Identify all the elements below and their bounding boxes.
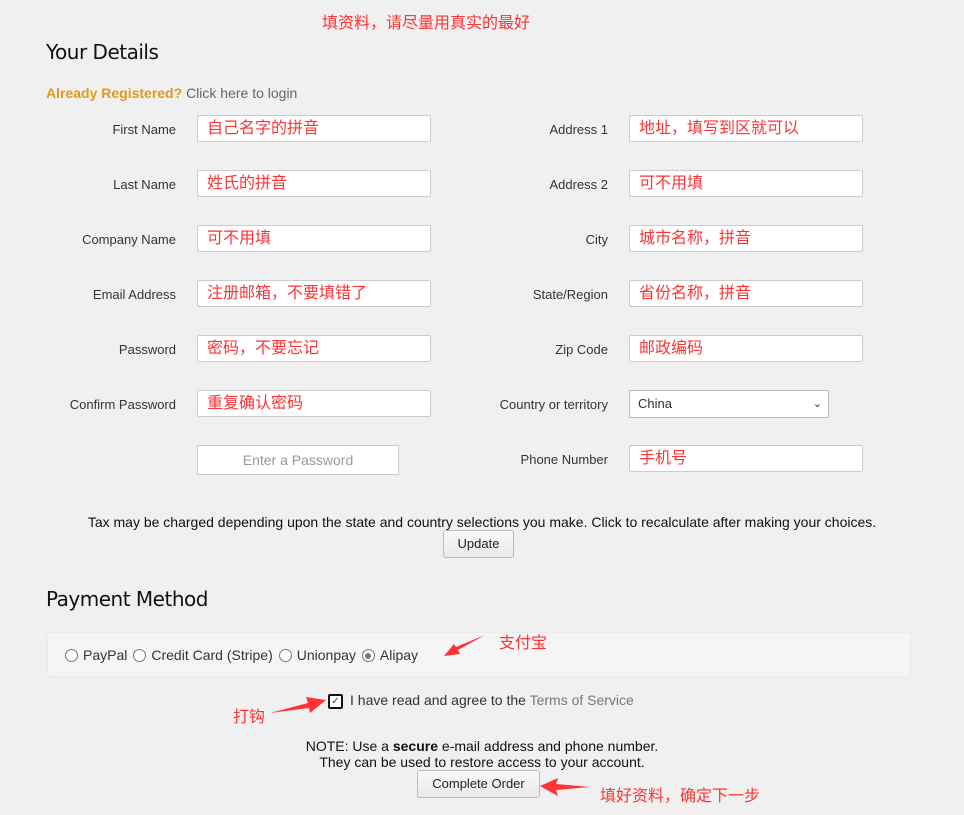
annotation-top: 填资料，请尽量用真实的最好: [322, 15, 531, 32]
tos-link[interactable]: Terms of Service: [530, 692, 634, 708]
login-link[interactable]: Click here to login: [186, 85, 297, 101]
arrow-icon: [540, 778, 590, 796]
arrow-icon: [270, 697, 326, 713]
payment-option[interactable]: Unionpay: [278, 647, 362, 664]
payment-option[interactable]: Credit Card (Stripe): [133, 647, 278, 664]
field-label: Zip Code: [555, 342, 608, 357]
field-input[interactable]: 省份名称，拼音: [629, 280, 863, 307]
radio-icon[interactable]: [361, 649, 375, 662]
tax-note: Tax may be charged depending upon the st…: [87, 514, 877, 530]
already-registered: Already Registered?: [46, 85, 183, 101]
annotation-checkbox: 打钩: [233, 709, 266, 726]
chevron-down-icon: ⌄: [812, 398, 822, 410]
radio-icon[interactable]: [133, 649, 147, 662]
agree-text: I have read and agree to the: [350, 692, 526, 708]
payment-option[interactable]: Alipay: [361, 647, 424, 664]
field-input[interactable]: 可不用填: [629, 170, 863, 197]
country-label: Country or territory: [499, 397, 608, 412]
country-select[interactable]: China ⌄: [629, 390, 829, 418]
agree-checkbox[interactable]: ✓: [328, 694, 343, 709]
field-label: State/Region: [532, 287, 608, 302]
field-label: Address 2: [549, 177, 608, 192]
field-label: Address 1: [549, 122, 608, 137]
payment-option[interactable]: PayPal: [65, 647, 133, 664]
payment-method-title: Payment Method: [46, 587, 208, 611]
field-input[interactable]: 地址，填写到区就可以: [629, 115, 863, 142]
annotation-alipay: 支付宝: [499, 635, 548, 652]
field-input[interactable]: 邮政编码: [629, 335, 863, 362]
country-value: China: [638, 396, 672, 411]
phone-input[interactable]: 手机号: [629, 445, 863, 472]
phone-label: Phone Number: [520, 452, 608, 467]
update-button[interactable]: Update: [443, 530, 514, 558]
your-details-title: Your Details: [46, 40, 159, 64]
field-label: City: [585, 232, 608, 247]
complete-order-button[interactable]: Complete Order: [417, 770, 540, 798]
arrow-icon: [444, 635, 485, 656]
radio-icon[interactable]: [65, 649, 78, 662]
secure-note: NOTE: Use a secure e-mail address and ph…: [305, 738, 659, 770]
radio-icon[interactable]: [278, 649, 292, 662]
field-input[interactable]: 城市名称，拼音: [629, 225, 863, 252]
annotation-complete: 填好资料，确定下一步: [600, 788, 761, 805]
